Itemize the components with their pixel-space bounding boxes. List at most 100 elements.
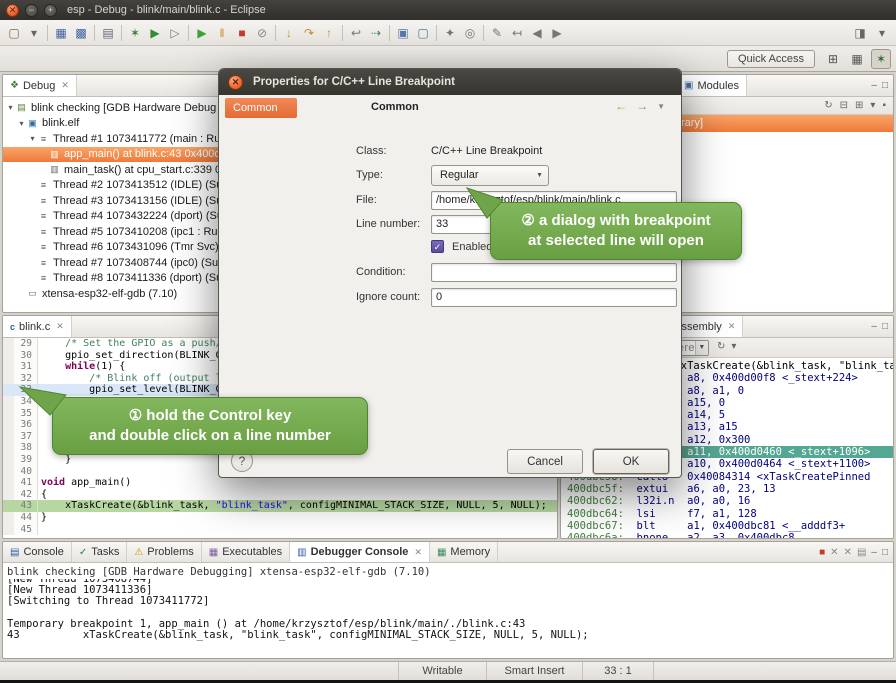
- console-tab-debugger-console[interactable]: ▥Debugger Console✕: [290, 542, 430, 562]
- close-icon[interactable]: ✕: [414, 547, 422, 558]
- line-number[interactable]: 29: [14, 338, 38, 350]
- breakpoint-margin[interactable]: [3, 408, 14, 420]
- tab-blink-c[interactable]: c blink.c ✕: [3, 316, 72, 337]
- last-edit-location-icon[interactable]: ↤: [507, 23, 527, 43]
- breakpoint-margin[interactable]: [3, 419, 14, 431]
- dialog-titlebar[interactable]: ✕ Properties for C/C++ Line Breakpoint: [219, 69, 681, 95]
- terminate-icon[interactable]: ■: [232, 23, 252, 43]
- save-icon[interactable]: ▦: [51, 23, 71, 43]
- enabled-checkbox[interactable]: ✓: [431, 240, 444, 253]
- debug-tree-item[interactable]: ▭xtensa-esp32-elf-gdb (7.10): [3, 286, 220, 302]
- breakpoint-margin[interactable]: [3, 489, 14, 501]
- open-perspective-icon[interactable]: ⊞: [823, 49, 843, 69]
- code-text[interactable]: xTaskCreate(&blink_task, "blink_task", c…: [38, 500, 557, 512]
- back-icon[interactable]: ←: [615, 99, 627, 115]
- filter-icon[interactable]: ▾: [870, 100, 875, 111]
- debug-tree-item[interactable]: ▾▤blink checking [GDB Hardware Debug: [3, 100, 220, 116]
- line-number[interactable]: 40: [14, 466, 38, 478]
- external-tools-icon[interactable]: ▷: [165, 23, 185, 43]
- debug-tree-item[interactable]: ≡Thread #8 1073411336 (dport) (Sus: [3, 271, 220, 287]
- close-icon[interactable]: ✕: [61, 80, 69, 91]
- toolbar-overflow-icon[interactable]: ◨: [850, 23, 870, 43]
- console-tab-console[interactable]: ▤Console: [3, 542, 72, 562]
- cancel-button[interactable]: Cancel: [507, 449, 583, 474]
- debug-icon[interactable]: ✶: [125, 23, 145, 43]
- breakpoint-margin[interactable]: [3, 477, 14, 489]
- minimize-icon[interactable]: –: [871, 321, 877, 332]
- new-c-project-icon[interactable]: ▣: [393, 23, 413, 43]
- build-icon[interactable]: ✦: [440, 23, 460, 43]
- new-wizard-icon[interactable]: ▢: [4, 23, 24, 43]
- resume-icon[interactable]: ▶: [192, 23, 212, 43]
- drop-to-frame-icon[interactable]: ↩: [346, 23, 366, 43]
- ok-button[interactable]: OK: [593, 449, 669, 474]
- instruction-stepping-icon[interactable]: ⇢: [366, 23, 386, 43]
- maximize-icon[interactable]: □: [882, 547, 888, 558]
- line-number[interactable]: 36: [14, 419, 38, 431]
- line-number[interactable]: 39: [14, 454, 38, 466]
- step-over-icon[interactable]: ↷: [299, 23, 319, 43]
- close-icon[interactable]: ✕: [56, 321, 64, 332]
- window-minimize-button[interactable]: −: [25, 4, 38, 17]
- line-number[interactable]: 41: [14, 477, 38, 489]
- breakpoint-margin[interactable]: [3, 512, 14, 524]
- dialog-nav-common[interactable]: Common: [225, 98, 297, 118]
- condition-field[interactable]: [431, 263, 677, 282]
- sync-icon[interactable]: ↻: [717, 341, 725, 352]
- line-number[interactable]: 32: [14, 373, 38, 385]
- expand-arrow-icon[interactable]: ▾: [28, 134, 37, 143]
- line-number[interactable]: 30: [14, 350, 38, 362]
- maximize-icon[interactable]: □: [882, 321, 888, 332]
- forward-icon[interactable]: ▶: [547, 23, 567, 43]
- minimize-icon[interactable]: –: [871, 547, 877, 558]
- new-dropdown-icon[interactable]: ▾: [24, 23, 44, 43]
- collapse-all-icon[interactable]: ⊟: [840, 100, 848, 111]
- debug-tree-item[interactable]: ▥main_task() at cpu_start.c:339 0x4: [3, 162, 220, 178]
- quick-access-button[interactable]: Quick Access: [727, 50, 815, 68]
- window-maximize-button[interactable]: +: [44, 4, 57, 17]
- chevron-down-icon[interactable]: ▼: [695, 341, 708, 355]
- line-number[interactable]: 42: [14, 489, 38, 501]
- module-item[interactable]: rary]: [677, 115, 893, 132]
- breakpoint-margin[interactable]: [3, 500, 14, 512]
- step-return-icon[interactable]: ↑: [319, 23, 339, 43]
- step-into-icon[interactable]: ↓: [279, 23, 299, 43]
- terminate-icon[interactable]: ■: [819, 547, 825, 558]
- breakpoint-margin[interactable]: [3, 350, 14, 362]
- debug-tree-item[interactable]: ▾≡Thread #1 1073411772 (main : Runn: [3, 131, 220, 147]
- suspend-icon[interactable]: ‖: [212, 23, 232, 43]
- breakpoint-margin[interactable]: [3, 431, 14, 443]
- remove-launch-icon[interactable]: ✕: [830, 547, 838, 558]
- expand-all-icon[interactable]: ⊞: [855, 100, 863, 111]
- console-tab-problems[interactable]: ⚠Problems: [127, 542, 201, 562]
- expand-arrow-icon[interactable]: ▾: [6, 103, 15, 112]
- line-number[interactable]: 38: [14, 442, 38, 454]
- window-close-button[interactable]: ✕: [6, 4, 19, 17]
- debug-tree-item[interactable]: ≡Thread #6 1073431096 (Tmr Svc) (S: [3, 240, 220, 256]
- breakpoint-margin[interactable]: [3, 524, 14, 536]
- mark-occurrences-icon[interactable]: ✎: [487, 23, 507, 43]
- breakpoint-margin[interactable]: [3, 373, 14, 385]
- line-number[interactable]: 37: [14, 431, 38, 443]
- debug-tree[interactable]: ▾▤blink checking [GDB Hardware Debug▾▣bl…: [3, 97, 220, 302]
- line-number[interactable]: 45: [14, 524, 38, 536]
- breakpoint-margin[interactable]: [3, 361, 14, 373]
- clear-console-icon[interactable]: ▤: [857, 547, 866, 558]
- run-icon[interactable]: ▶: [145, 23, 165, 43]
- debug-tree-item[interactable]: ≡Thread #3 1073413156 (IDLE) (Susp: [3, 193, 220, 209]
- debug-tree-item[interactable]: ≡Thread #2 1073413512 (IDLE) (Susp: [3, 178, 220, 194]
- minimize-icon[interactable]: –: [871, 80, 877, 91]
- debug-tree-item[interactable]: ≡Thread #4 1073432224 (dport) (Sus: [3, 209, 220, 225]
- tab-debug[interactable]: ❖ Debug ✕: [3, 75, 77, 96]
- ignore-count-field[interactable]: 0: [431, 288, 677, 307]
- breakpoint-margin[interactable]: [3, 442, 14, 454]
- view-menu-icon[interactable]: ▪: [882, 100, 886, 111]
- cpp-perspective-icon[interactable]: ▦: [847, 49, 867, 69]
- save-all-icon[interactable]: ▩: [71, 23, 91, 43]
- console-tab-tasks[interactable]: ✓Tasks: [72, 542, 128, 562]
- maximize-icon[interactable]: □: [882, 80, 888, 91]
- type-dropdown[interactable]: Regular ▼: [431, 165, 549, 186]
- debug-tree-item[interactable]: ≡Thread #7 1073408744 (ipc0) (Susp: [3, 255, 220, 271]
- code-text[interactable]: }: [38, 512, 557, 524]
- line-number[interactable]: 44: [14, 512, 38, 524]
